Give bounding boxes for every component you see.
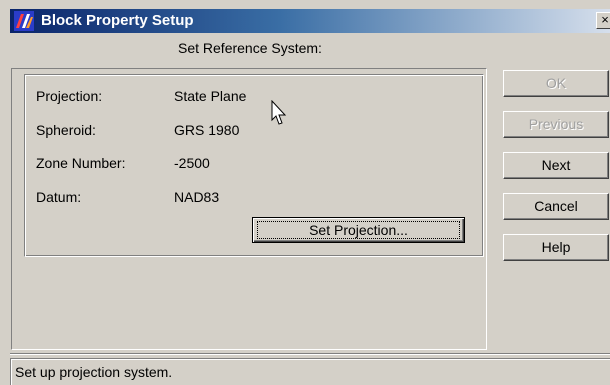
projection-value: State Plane [174, 88, 247, 104]
dialog-window: Block Property Setup × Set Reference Sys… [0, 0, 610, 385]
datum-label: Datum: [36, 189, 82, 205]
focus-rectangle [257, 221, 460, 239]
zone-number-value: -2500 [174, 155, 210, 171]
close-button[interactable]: × [596, 12, 610, 29]
app-logo-icon [14, 11, 34, 31]
status-bar: Set up projection system. [10, 358, 610, 385]
ok-label: OK [545, 75, 567, 91]
next-label: Next [541, 157, 571, 173]
next-button[interactable]: Next [503, 152, 609, 179]
set-projection-button[interactable]: Set Projection... [252, 217, 465, 243]
help-button[interactable]: Help [503, 234, 609, 261]
window-title: Block Property Setup [41, 12, 194, 29]
cancel-label: Cancel [534, 198, 578, 214]
help-label: Help [541, 239, 571, 255]
projection-label: Projection: [36, 88, 103, 104]
previous-button[interactable]: Previous [503, 111, 609, 138]
cancel-button[interactable]: Cancel [503, 193, 609, 220]
close-icon: × [601, 12, 609, 27]
status-separator [10, 353, 610, 355]
status-text: Set up projection system. [15, 364, 173, 380]
dialog-subtitle: Set Reference System: [178, 40, 322, 56]
spheroid-label: Spheroid: [36, 122, 96, 138]
datum-value: NAD83 [174, 189, 220, 205]
title-bar[interactable]: Block Property Setup × [10, 9, 610, 33]
mouse-pointer-icon [271, 100, 287, 125]
zone-number-label: Zone Number: [36, 155, 126, 171]
previous-label: Previous [528, 116, 584, 132]
spheroid-value: GRS 1980 [174, 122, 240, 138]
ok-button[interactable]: OK [503, 70, 609, 97]
